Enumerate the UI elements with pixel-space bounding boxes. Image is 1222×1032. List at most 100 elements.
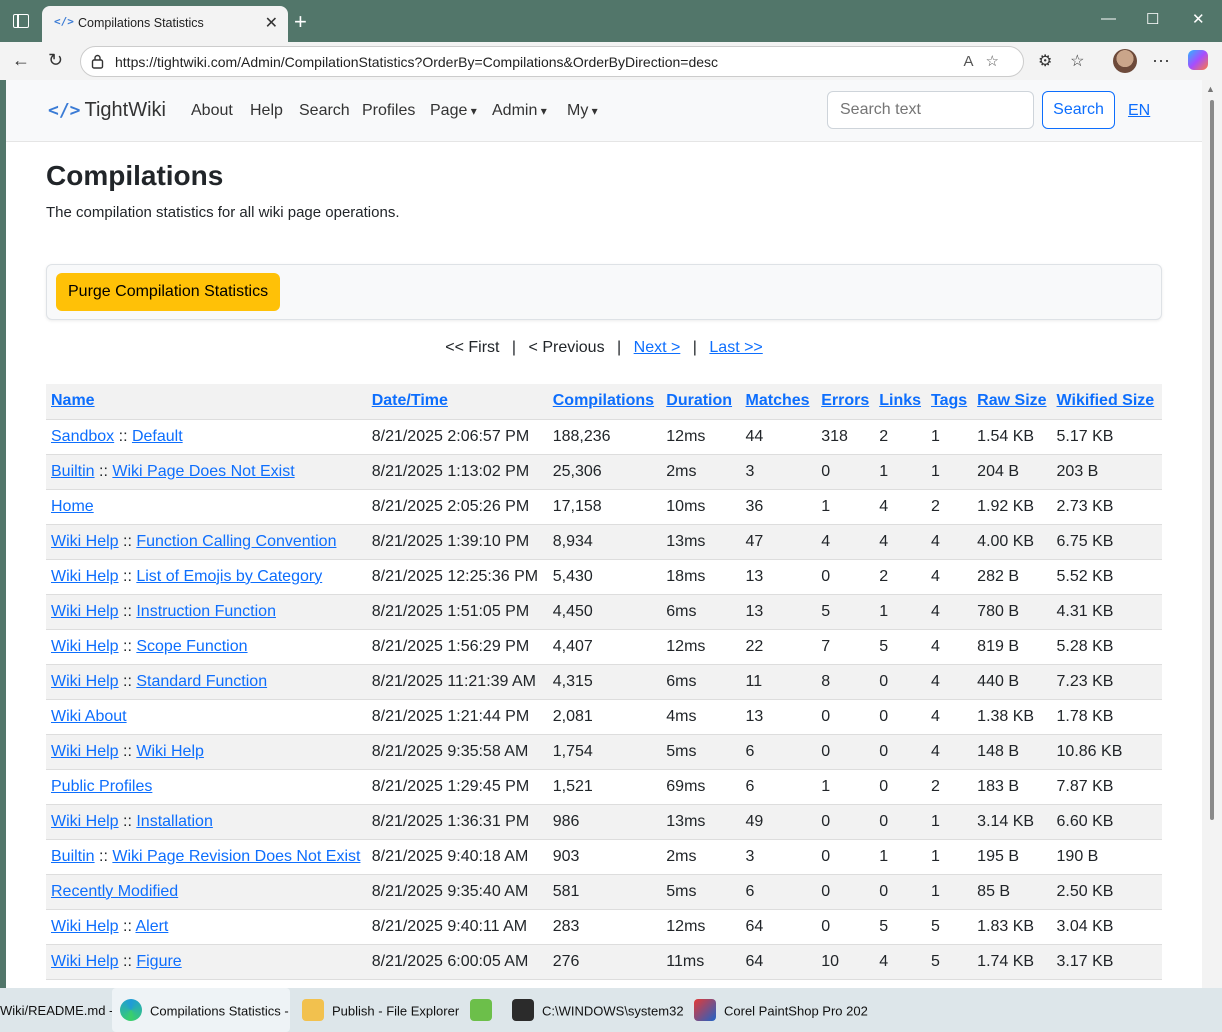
nav-page-dropdown[interactable]: Page — [430, 102, 477, 120]
column-header[interactable]: Duration — [661, 384, 741, 420]
wikified-cell: 7.87 KB — [1051, 769, 1162, 805]
page-name-link[interactable]: Public Profiles — [51, 778, 152, 795]
page-name-link[interactable]: Instruction Function — [136, 603, 276, 620]
extensions-favorites-icons[interactable]: ⚙ ☆ — [1038, 51, 1084, 71]
page-name-link[interactable]: Default — [132, 428, 183, 445]
column-header-link[interactable]: Wikified Size — [1057, 392, 1155, 409]
duration-cell: 12ms — [661, 909, 741, 945]
page-name-link[interactable]: List of Emojis by Category — [136, 568, 322, 585]
search-button[interactable]: Search — [1042, 91, 1115, 129]
scrollbar-thumb[interactable] — [1210, 100, 1214, 820]
namespace-separator: :: — [114, 427, 132, 445]
namespace-link[interactable]: Wiki Help — [51, 743, 119, 760]
namespace-link[interactable]: Wiki Help — [51, 638, 119, 655]
page-name-link[interactable]: Standard Function — [136, 673, 267, 690]
taskbar-item-readme[interactable]: Wiki/README.md - — [0, 988, 113, 1032]
copilot-icon[interactable] — [1188, 50, 1208, 70]
namespace-link[interactable]: Wiki Help — [51, 603, 119, 620]
more-options-icon[interactable]: ··· — [1152, 50, 1170, 71]
column-header-link[interactable]: Errors — [821, 392, 869, 409]
taskbar-item-paintshop[interactable]: Corel PaintShop Pro 202 — [694, 988, 868, 1032]
nav-admin-dropdown[interactable]: Admin — [492, 102, 547, 120]
pager-last[interactable]: Last >> — [709, 339, 762, 356]
back-icon[interactable]: ← — [12, 50, 30, 71]
tab-title: Compilations Statistics — [78, 16, 204, 30]
name-cell: Wiki Help :: Installation — [46, 804, 367, 840]
namespace-separator: :: — [118, 917, 136, 935]
column-header[interactable]: Tags — [926, 384, 973, 420]
column-header-link[interactable]: Tags — [931, 392, 967, 409]
page-name-link[interactable]: Wiki Page Revision Does Not Exist — [112, 848, 360, 865]
new-tab-icon[interactable]: + — [294, 9, 307, 35]
column-header[interactable]: Links — [874, 384, 927, 420]
column-header[interactable]: Raw Size — [972, 384, 1052, 420]
column-header-link[interactable]: Links — [879, 392, 921, 409]
address-bar[interactable]: https://tightwiki.com/Admin/CompilationS… — [80, 46, 1024, 77]
language-link[interactable]: EN — [1128, 102, 1150, 120]
site-brand[interactable]: </> TightWiki — [48, 99, 166, 122]
profile-avatar[interactable] — [1113, 49, 1137, 73]
read-aloud-favorite-icons[interactable]: A☆ — [964, 52, 1011, 70]
column-header-link[interactable]: Name — [51, 392, 95, 409]
refresh-icon[interactable]: ↻ — [48, 50, 63, 71]
nav-search[interactable]: Search — [299, 102, 350, 120]
column-header[interactable]: Wikified Size — [1051, 384, 1162, 420]
search-input[interactable] — [827, 91, 1034, 129]
column-header-link[interactable]: Duration — [666, 392, 732, 409]
date-cell: 8/21/2025 9:35:40 AM — [366, 874, 548, 910]
page-name-link[interactable]: Function Calling Convention — [136, 533, 336, 550]
date-cell: 8/21/2025 1:36:31 PM — [366, 804, 548, 840]
pager-next[interactable]: Next > — [634, 339, 681, 356]
close-tab-icon[interactable]: ✕ — [265, 13, 278, 33]
nav-my-dropdown[interactable]: My — [567, 102, 598, 120]
scroll-up-icon[interactable]: ▲ — [1206, 84, 1215, 94]
namespace-link[interactable]: Wiki Help — [51, 533, 119, 550]
namespace-link[interactable]: Wiki Help — [51, 673, 119, 690]
compilations-cell: 5,430 — [547, 559, 662, 595]
page-name-link[interactable]: Installation — [136, 813, 213, 830]
page-name-link[interactable]: Alert — [135, 918, 168, 935]
taskbar-item-terminal[interactable]: C:\WINDOWS\system32 — [512, 988, 684, 1032]
namespace-link[interactable]: Wiki Help — [51, 813, 119, 830]
column-header-link[interactable]: Raw Size — [977, 392, 1046, 409]
column-header[interactable]: Compilations — [547, 384, 662, 420]
page-name-link[interactable]: Home — [51, 498, 94, 515]
column-header-link[interactable]: Matches — [746, 392, 810, 409]
taskbar-item-edge[interactable]: Compilations Statistics - — [112, 988, 290, 1032]
namespace-link[interactable]: Builtin — [51, 848, 95, 865]
namespace-link[interactable]: Builtin — [51, 463, 95, 480]
nav-help[interactable]: Help — [250, 102, 283, 120]
page-name-link[interactable]: Figure — [136, 953, 181, 970]
nav-profiles[interactable]: Profiles — [362, 102, 415, 120]
page-name-link[interactable]: Scope Function — [136, 638, 247, 655]
compilations-cell: 25,306 — [547, 454, 662, 490]
nav-about[interactable]: About — [191, 102, 233, 120]
purge-statistics-button[interactable]: Purge Compilation Statistics — [56, 273, 281, 311]
namespace-link[interactable]: Wiki Help — [51, 918, 119, 935]
page-name-link[interactable]: Wiki About — [51, 708, 127, 725]
minimize-icon[interactable]: — — [1101, 10, 1116, 27]
page-name-link[interactable]: Wiki Help — [136, 743, 204, 760]
page-name-link[interactable]: Wiki Page Does Not Exist — [112, 463, 294, 480]
column-header[interactable]: Name — [46, 384, 367, 420]
column-header-link[interactable]: Date/Time — [372, 392, 448, 409]
page-name-link[interactable]: Recently Modified — [51, 883, 178, 900]
taskbar-item-notepad[interactable] — [470, 988, 500, 1032]
namespace-link[interactable]: Wiki Help — [51, 568, 119, 585]
matches-cell: 3 — [740, 454, 817, 490]
links-cell: 1 — [874, 839, 927, 875]
window-menu-icon[interactable] — [13, 14, 29, 28]
tags-cell: 2 — [926, 489, 973, 525]
namespace-link[interactable]: Wiki Help — [51, 953, 119, 970]
browser-tab[interactable]: </> Compilations Statistics ✕ — [42, 6, 288, 42]
page-title: Compilations — [46, 160, 224, 191]
close-window-icon[interactable]: ✕ — [1192, 10, 1205, 28]
namespace-link[interactable]: Sandbox — [51, 428, 114, 445]
taskbar-item-file-explorer[interactable]: Publish - File Explorer — [300, 988, 459, 1032]
column-header[interactable]: Matches — [740, 384, 817, 420]
taskbar-label: Compilations Statistics - — [150, 1003, 289, 1019]
column-header[interactable]: Date/Time — [366, 384, 548, 420]
maximize-icon[interactable]: ☐ — [1146, 10, 1159, 28]
column-header-link[interactable]: Compilations — [553, 392, 654, 409]
column-header[interactable]: Errors — [816, 384, 875, 420]
